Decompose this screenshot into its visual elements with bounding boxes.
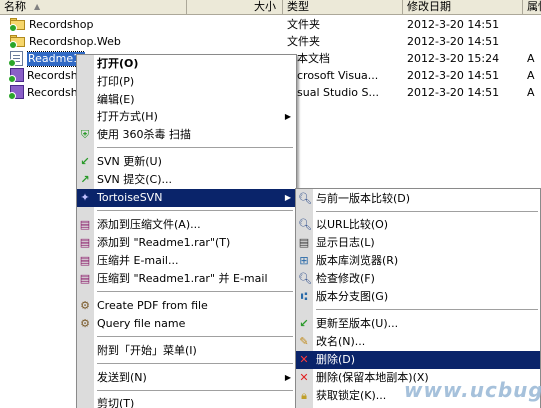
column-header-size[interactable]: 大小 bbox=[187, 0, 283, 15]
explorer-window: 名称▲ 大小 类型 修改日期 属性 Recordshop 文件夹 2012-3-… bbox=[0, 0, 541, 408]
menu-item-svn-commit[interactable]: ↗ SVN 提交(C)... bbox=[77, 171, 296, 189]
lock-icon: 🔒︎ bbox=[301, 389, 307, 402]
magnifier-icon: 🔍︎ bbox=[298, 218, 312, 231]
file-type: 文件夹 bbox=[287, 18, 320, 31]
log-icon: ▤ bbox=[298, 236, 310, 249]
folder-icon bbox=[9, 35, 26, 49]
revision-graph-icon: ⑆ bbox=[300, 290, 308, 303]
menu-item-diff-prev[interactable]: 🔍︎ 与前一版本比较(D) bbox=[296, 190, 540, 208]
file-row[interactable]: Recordshop 文件夹 2012-3-20 14:51 bbox=[0, 16, 541, 33]
menu-item-print[interactable]: 打印(P) bbox=[77, 73, 296, 91]
file-name: Recordshop bbox=[29, 18, 94, 31]
solution-file-icon bbox=[8, 85, 24, 100]
file-type: 文件夹 bbox=[287, 35, 320, 48]
sort-ascending-icon: ▲ bbox=[34, 2, 41, 11]
file-attr: A bbox=[527, 52, 535, 65]
file-attr: A bbox=[527, 69, 535, 82]
menu-item-svn-update[interactable]: ↙ SVN 更新(U) bbox=[77, 153, 296, 171]
watermark: www.ucbug.cc bbox=[404, 378, 541, 402]
gear-icon: ⚙ bbox=[80, 317, 90, 330]
menu-item-open-with[interactable]: 打开方式(H) ▶ bbox=[77, 108, 296, 126]
file-type: 本文档 bbox=[297, 52, 330, 65]
file-date: 2012-3-20 14:51 bbox=[407, 86, 500, 99]
menu-item-add-to-rar[interactable]: ▤ 添加到 "Readme1.rar"(T) bbox=[77, 234, 296, 252]
menu-item-open[interactable]: 打开(O) bbox=[77, 55, 296, 73]
shield-icon: ⛨ bbox=[80, 128, 90, 141]
menu-item-rename[interactable]: ✎ 改名(N)... bbox=[296, 333, 540, 351]
file-context-menu: 打开(O) 打印(P) 编辑(E) 打开方式(H) ▶ ⛨ 使用 360杀毒 扫描 … bbox=[76, 54, 297, 408]
file-name: Recordsh bbox=[27, 69, 78, 82]
file-attr: A bbox=[527, 86, 535, 99]
delete-x-icon: ✕ bbox=[299, 371, 309, 384]
submenu-arrow-icon: ▶ bbox=[284, 112, 291, 121]
menu-item-query-file-name[interactable]: ⚙ Query file name bbox=[77, 315, 296, 333]
menu-item-compress-email[interactable]: ▤ 压缩并 E-mail... bbox=[77, 252, 296, 270]
submenu-arrow-icon: ▶ bbox=[284, 373, 291, 382]
check-modifications-icon: 🔍︎ bbox=[298, 272, 312, 285]
svn-normal-overlay-icon bbox=[9, 24, 17, 32]
menu-item-diff-url[interactable]: 🔍︎ 以URL比较(O) bbox=[296, 216, 540, 234]
svn-update-arrow-icon: ↙ bbox=[299, 317, 309, 330]
submenu-arrow-icon: ▶ bbox=[284, 193, 291, 202]
svn-normal-overlay-icon bbox=[8, 75, 16, 83]
menu-item-revision-graph[interactable]: ⑆ 版本分支图(G) bbox=[296, 288, 540, 306]
delete-x-icon: ✕ bbox=[299, 353, 309, 366]
menu-item-create-pdf[interactable]: ⚙ Create PDF from file bbox=[77, 297, 296, 315]
svn-normal-overlay-icon bbox=[8, 59, 16, 67]
menu-item-cut[interactable]: 剪切(T) bbox=[77, 395, 296, 408]
file-name: Recordshop.Web bbox=[29, 35, 121, 48]
solution-file-icon bbox=[8, 68, 24, 83]
menu-item-edit[interactable]: 编辑(E) bbox=[77, 91, 296, 109]
winrar-icon: ▤ bbox=[79, 236, 91, 249]
menu-item-scan-360[interactable]: ⛨ 使用 360杀毒 扫描 bbox=[77, 126, 296, 144]
winrar-icon: ▤ bbox=[79, 218, 91, 231]
menu-item-repo-browser[interactable]: ⊞ 版本库浏览器(R) bbox=[296, 252, 540, 270]
menu-item-tortoise-svn[interactable]: ✦ TortoiseSVN ▶ bbox=[77, 189, 296, 207]
column-header-name[interactable]: 名称 ▲ bbox=[0, 0, 187, 15]
menu-item-compress-rar-email[interactable]: ▤ 压缩到 "Readme1.rar" 并 E-mail bbox=[77, 270, 296, 288]
file-row[interactable]: Recordshop.Web 文件夹 2012-3-20 14:51 bbox=[0, 33, 541, 50]
menu-item-pin-start[interactable]: 附到「开始」菜单(I) bbox=[77, 342, 296, 360]
menu-item-send-to[interactable]: 发送到(N) ▶ bbox=[77, 369, 296, 387]
menu-item-show-log[interactable]: ▤ 显示日志(L) bbox=[296, 234, 540, 252]
column-header-type[interactable]: 类型 bbox=[283, 0, 403, 15]
svn-update-arrow-icon: ↙ bbox=[80, 155, 90, 168]
magnifier-icon: 🔍︎ bbox=[298, 192, 312, 205]
file-date: 2012-3-20 14:51 bbox=[407, 18, 500, 31]
folder-icon bbox=[9, 18, 26, 32]
tortoise-svn-submenu: 🔍︎ 与前一版本比较(D) 🔍︎ 以URL比较(O) ▤ 显示日志(L) ⊞ 版本库浏览… bbox=[295, 188, 541, 408]
file-name: Recordsh bbox=[27, 86, 78, 99]
winrar-icon: ▤ bbox=[79, 254, 91, 267]
column-header-modified[interactable]: 修改日期 bbox=[403, 0, 523, 15]
file-type: sual Studio S... bbox=[297, 86, 380, 99]
svn-commit-arrow-icon: ↗ bbox=[80, 173, 90, 186]
file-date: 2012-3-20 15:24 bbox=[407, 52, 500, 65]
file-date: 2012-3-20 14:51 bbox=[407, 35, 500, 48]
pencil-icon: ✎ bbox=[299, 335, 309, 348]
menu-item-check-modifications[interactable]: 🔍︎ 检查修改(F) bbox=[296, 270, 540, 288]
gear-icon: ⚙ bbox=[80, 299, 90, 312]
menu-item-add-archive[interactable]: ▤ 添加到压缩文件(A)... bbox=[77, 216, 296, 234]
svn-normal-overlay-icon bbox=[9, 41, 17, 49]
file-date: 2012-3-20 14:51 bbox=[407, 69, 500, 82]
menu-item-delete[interactable]: ✕ 删除(D) bbox=[296, 351, 540, 369]
menu-item-update-to-revision[interactable]: ↙ 更新至版本(U)... bbox=[296, 315, 540, 333]
file-type: crosoft Visua... bbox=[297, 69, 379, 82]
winrar-icon: ▤ bbox=[79, 272, 91, 285]
column-header-attributes[interactable]: 属性 bbox=[523, 0, 541, 15]
text-document-icon bbox=[8, 51, 23, 67]
svn-normal-overlay-icon bbox=[8, 92, 16, 100]
tortoise-svn-icon: ✦ bbox=[80, 191, 90, 204]
repo-browser-icon: ⊞ bbox=[299, 254, 309, 267]
